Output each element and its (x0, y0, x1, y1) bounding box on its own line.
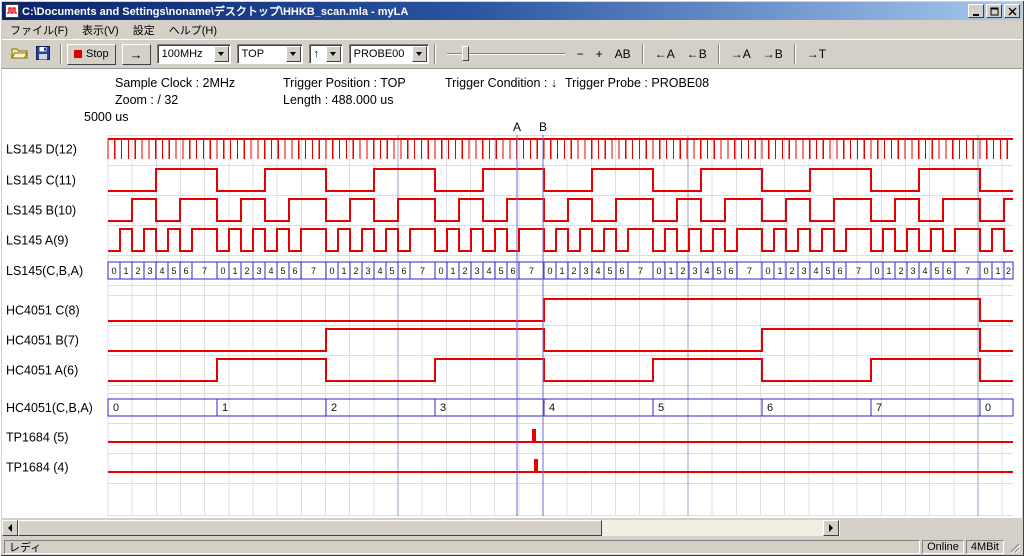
toolbar-separator (718, 44, 720, 64)
trigger-condition-text: Trigger Condition : ↓ (445, 76, 557, 90)
chevron-down-icon[interactable] (214, 46, 229, 62)
waveform-client-area (2, 68, 1022, 518)
goto-cursor-b-left-button[interactable]: ←B (682, 44, 712, 64)
scroll-left-button[interactable] (2, 520, 18, 536)
horizontal-scrollbar[interactable] (2, 520, 840, 536)
close-button[interactable] (1004, 4, 1020, 18)
window-title: C:\Documents and Settings\noname\デスクトップ\… (22, 3, 968, 19)
toolbar-separator (60, 44, 62, 64)
title-bar[interactable]: C:\Documents and Settings\noname\デスクトップ\… (2, 2, 1022, 20)
time-per-div-text: 5000 us (84, 110, 128, 124)
chevron-down-icon[interactable] (326, 46, 341, 62)
status-bar: レディ Online 4MBit (2, 539, 1022, 554)
app-window: C:\Documents and Settings\noname\デスクトップ\… (0, 0, 1024, 556)
goto-cursor-a-right-button[interactable]: →A (726, 44, 756, 64)
trigger-position-text: Trigger Position : TOP (283, 76, 406, 90)
app-icon (5, 4, 19, 18)
open-folder-icon (11, 46, 28, 63)
zoom-text: Zoom : / 32 (115, 93, 178, 107)
menu-settings[interactable]: 設定 (126, 20, 162, 40)
maximize-button[interactable] (986, 4, 1002, 18)
menu-view[interactable]: 表示(V) (75, 20, 126, 40)
zoom-in-button[interactable]: + (591, 44, 608, 64)
status-online: Online (922, 540, 964, 554)
trigger-edge-select[interactable]: ↑ (309, 44, 343, 64)
zoom-slider[interactable] (447, 44, 565, 64)
stop-icon (74, 50, 82, 58)
scrollbar-thumb[interactable] (18, 520, 602, 536)
sample-clock-text: Sample Clock : 2MHz (115, 76, 235, 90)
length-text: Length : 488.000 us (283, 93, 394, 107)
goto-cursor-b-right-button[interactable]: →B (758, 44, 788, 64)
save-floppy-icon (36, 46, 50, 63)
chevron-down-icon[interactable] (286, 46, 301, 62)
trigger-probe-text: Trigger Probe : PROBE08 (565, 76, 709, 90)
toolbar: Stop → 100MHz TOP ↑ PROBE00 − + AB ←A ←B (2, 39, 1022, 68)
menu-help[interactable]: ヘルプ(H) (162, 20, 224, 40)
zoom-out-button[interactable]: − (572, 44, 589, 64)
resize-grip[interactable] (1007, 540, 1020, 553)
ab-button[interactable]: AB (610, 44, 636, 64)
goto-cursor-a-left-button[interactable]: ←A (650, 44, 680, 64)
trigger-position-select[interactable]: TOP (237, 44, 303, 64)
toolbar-separator (434, 44, 436, 64)
stop-button[interactable]: Stop (67, 44, 116, 65)
goto-trigger-button[interactable]: →T (802, 44, 831, 64)
menu-file[interactable]: ファイル(F) (3, 20, 75, 40)
toolbar-separator (642, 44, 644, 64)
zoom-slider-thumb[interactable] (462, 46, 469, 61)
clock-select[interactable]: 100MHz (157, 44, 231, 64)
probe-select[interactable]: PROBE00 (349, 44, 429, 64)
scrollbar-strip (2, 518, 1022, 539)
status-ready: レディ (4, 540, 920, 554)
chevron-down-icon[interactable] (412, 46, 427, 62)
minimize-button[interactable] (968, 4, 984, 18)
open-button[interactable] (7, 43, 31, 65)
menu-bar: ファイル(F) 表示(V) 設定 ヘルプ(H) (2, 20, 1022, 39)
scroll-right-button[interactable] (823, 520, 839, 536)
toolbar-separator (794, 44, 796, 64)
run-button[interactable]: → (122, 44, 151, 65)
status-memory: 4MBit (966, 540, 1004, 554)
save-button[interactable] (31, 43, 55, 65)
